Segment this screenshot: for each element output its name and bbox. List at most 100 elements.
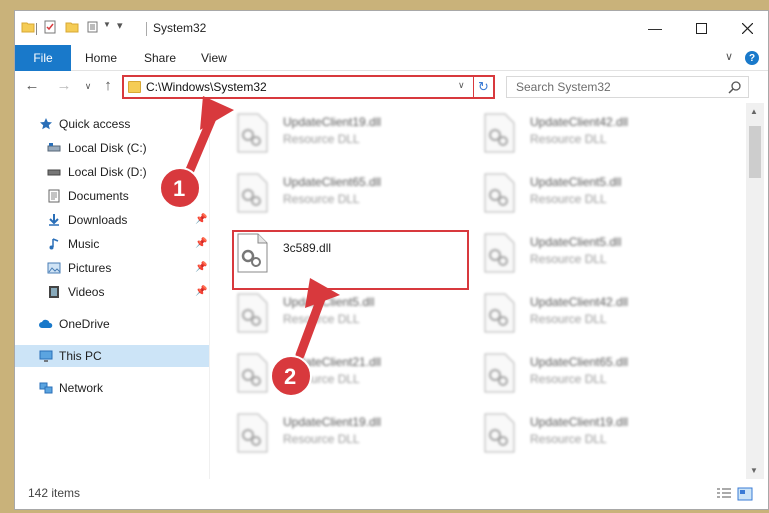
- help-icon[interactable]: ?: [745, 51, 759, 65]
- maximize-icon: [695, 22, 707, 34]
- pin-icon[interactable]: 📌: [195, 286, 207, 298]
- dll-file-icon: [484, 113, 515, 153]
- file-item[interactable]: UpdateClient42.dll Resource DLL: [458, 105, 698, 161]
- back-arrow-icon[interactable]: ←: [23, 78, 41, 94]
- file-type: Resource DLL: [530, 252, 607, 266]
- address-bar[interactable]: C:\Windows\System32 ∨ ↻: [122, 75, 495, 99]
- file-item[interactable]: UpdateClient19.dll Resource DLL: [211, 105, 451, 161]
- forward-arrow-icon[interactable]: →: [55, 78, 73, 94]
- nav-item-music[interactable]: Music 📌: [15, 233, 209, 255]
- download-icon: [49, 214, 59, 226]
- address-path[interactable]: C:\Windows\System32: [146, 80, 267, 94]
- vertical-scrollbar[interactable]: ▲ ▼: [746, 103, 764, 479]
- pane-divider[interactable]: [209, 103, 210, 479]
- address-row: ← → ∨ ↑ C:\Windows\System32 ∨ ↻ Search S…: [15, 71, 768, 103]
- pin-icon[interactable]: 📌: [195, 238, 207, 250]
- file-item[interactable]: UpdateClient21.dll Resource DLL: [211, 345, 451, 401]
- scrollbar-thumb[interactable]: [749, 126, 761, 178]
- file-item-highlighted[interactable]: 3c589.dll: [211, 225, 451, 281]
- dll-file-icon: [484, 173, 515, 213]
- chevron-down-icon[interactable]: ▼: [103, 20, 111, 29]
- nav-item-local-disk-d[interactable]: Local Disk (D:): [15, 161, 209, 183]
- new-folder-icon[interactable]: [65, 20, 79, 34]
- file-item[interactable]: UpdateClient5.dll Resource DLL: [458, 165, 698, 221]
- file-type: Resource DLL: [283, 132, 360, 146]
- file-item[interactable]: UpdateClient42.dll Resource DLL: [458, 285, 698, 341]
- file-item[interactable]: UpdateClient19.dll Resource DLL: [211, 405, 451, 461]
- details-view-icon[interactable]: [716, 487, 732, 501]
- ribbon-tabs: File Home Share View ∨ ?: [15, 45, 768, 71]
- nav-label: Documents: [68, 189, 129, 203]
- navigation-pane: Quick access Local Disk (C:) Local Disk …: [15, 103, 209, 479]
- computer-icon: [39, 350, 53, 362]
- file-item[interactable]: UpdateClient5.dll Resource DLL: [458, 225, 698, 281]
- nav-item-quick-access[interactable]: Quick access: [15, 113, 209, 135]
- up-arrow-icon[interactable]: ↑: [99, 78, 117, 94]
- file-item[interactable]: UpdateClient65.dll Resource DLL: [458, 345, 698, 401]
- file-name: UpdateClient19.dll: [530, 415, 629, 429]
- file-name: UpdateClient42.dll: [530, 115, 629, 129]
- window-title: System32: [153, 21, 207, 35]
- nav-item-network[interactable]: Network: [15, 377, 209, 399]
- dll-file-icon: [237, 173, 268, 213]
- recent-locations-icon[interactable]: ∨: [79, 78, 97, 94]
- nav-item-videos[interactable]: Videos 📌: [15, 281, 209, 303]
- file-item[interactable]: UpdateClient19.dll Resource DLL: [458, 405, 698, 461]
- tab-file[interactable]: File: [15, 45, 71, 71]
- nav-item-onedrive[interactable]: OneDrive: [15, 313, 209, 335]
- item-count: 142 items: [28, 486, 81, 500]
- nav-label: Quick access: [59, 117, 131, 131]
- file-type: Resource DLL: [530, 372, 607, 386]
- close-icon: [741, 22, 753, 34]
- file-name: UpdateClient21.dll: [283, 355, 382, 369]
- nav-item-downloads[interactable]: Downloads 📌: [15, 209, 209, 231]
- tab-share[interactable]: Share: [144, 51, 176, 65]
- nav-item-this-pc[interactable]: This PC: [15, 345, 209, 367]
- file-name: 3c589.dll: [283, 241, 332, 255]
- scroll-down-icon[interactable]: ▼: [750, 466, 758, 475]
- file-name: UpdateClient5.dll: [530, 175, 622, 189]
- qat-dropdown-icon[interactable]: ▾: [117, 19, 123, 32]
- search-icon[interactable]: [728, 80, 742, 94]
- dll-file-icon: [484, 353, 515, 393]
- customize-toolbar-icon[interactable]: [87, 20, 101, 34]
- scroll-up-icon[interactable]: ▲: [750, 107, 758, 116]
- nav-label: Local Disk (C:): [68, 141, 147, 155]
- nav-item-local-disk-c[interactable]: Local Disk (C:): [15, 137, 209, 159]
- dll-file-icon: [237, 233, 268, 273]
- pin-icon[interactable]: 📌: [195, 262, 207, 274]
- file-type: Resource DLL: [283, 312, 360, 326]
- properties-icon[interactable]: [43, 20, 57, 34]
- file-type: Resource DLL: [530, 432, 607, 446]
- file-item[interactable]: UpdateClient65.dll Resource DLL: [211, 165, 451, 221]
- minimize-button[interactable]: —: [632, 11, 678, 45]
- separator: [36, 23, 37, 35]
- file-type: Resource DLL: [530, 192, 607, 206]
- nav-label: Local Disk (D:): [68, 165, 147, 179]
- close-button[interactable]: [724, 11, 768, 45]
- file-type: Resource DLL: [283, 372, 360, 386]
- file-explorer-window: ▼ ▾ System32 — File Home Share View ∨ ? …: [14, 10, 769, 510]
- tab-home[interactable]: Home: [85, 51, 117, 65]
- maximize-button[interactable]: [678, 11, 724, 45]
- search-input[interactable]: Search System32: [506, 76, 749, 98]
- network-icon: [39, 382, 53, 394]
- videos-icon: [49, 286, 59, 298]
- address-dropdown-icon[interactable]: ∨: [458, 80, 465, 91]
- file-item[interactable]: UpdateClient5.dll Resource DLL: [211, 285, 451, 341]
- dll-file-icon: [484, 293, 515, 333]
- nav-label: Pictures: [68, 261, 112, 275]
- file-name: UpdateClient65.dll: [530, 355, 629, 369]
- refresh-icon[interactable]: ↻: [473, 77, 493, 97]
- file-type: Resource DLL: [283, 432, 360, 446]
- title-bar: ▼ ▾ System32 —: [15, 11, 768, 45]
- file-name: UpdateClient19.dll: [283, 415, 382, 429]
- pin-icon[interactable]: 📌: [195, 214, 207, 226]
- dll-file-icon: [237, 113, 268, 153]
- large-icons-view-icon[interactable]: [737, 487, 753, 501]
- nav-item-pictures[interactable]: Pictures 📌: [15, 257, 209, 279]
- tab-view[interactable]: View: [201, 51, 227, 65]
- drive-icon: [47, 143, 61, 152]
- nav-item-documents[interactable]: Documents: [15, 185, 209, 207]
- expand-ribbon-icon[interactable]: ∨: [725, 50, 733, 63]
